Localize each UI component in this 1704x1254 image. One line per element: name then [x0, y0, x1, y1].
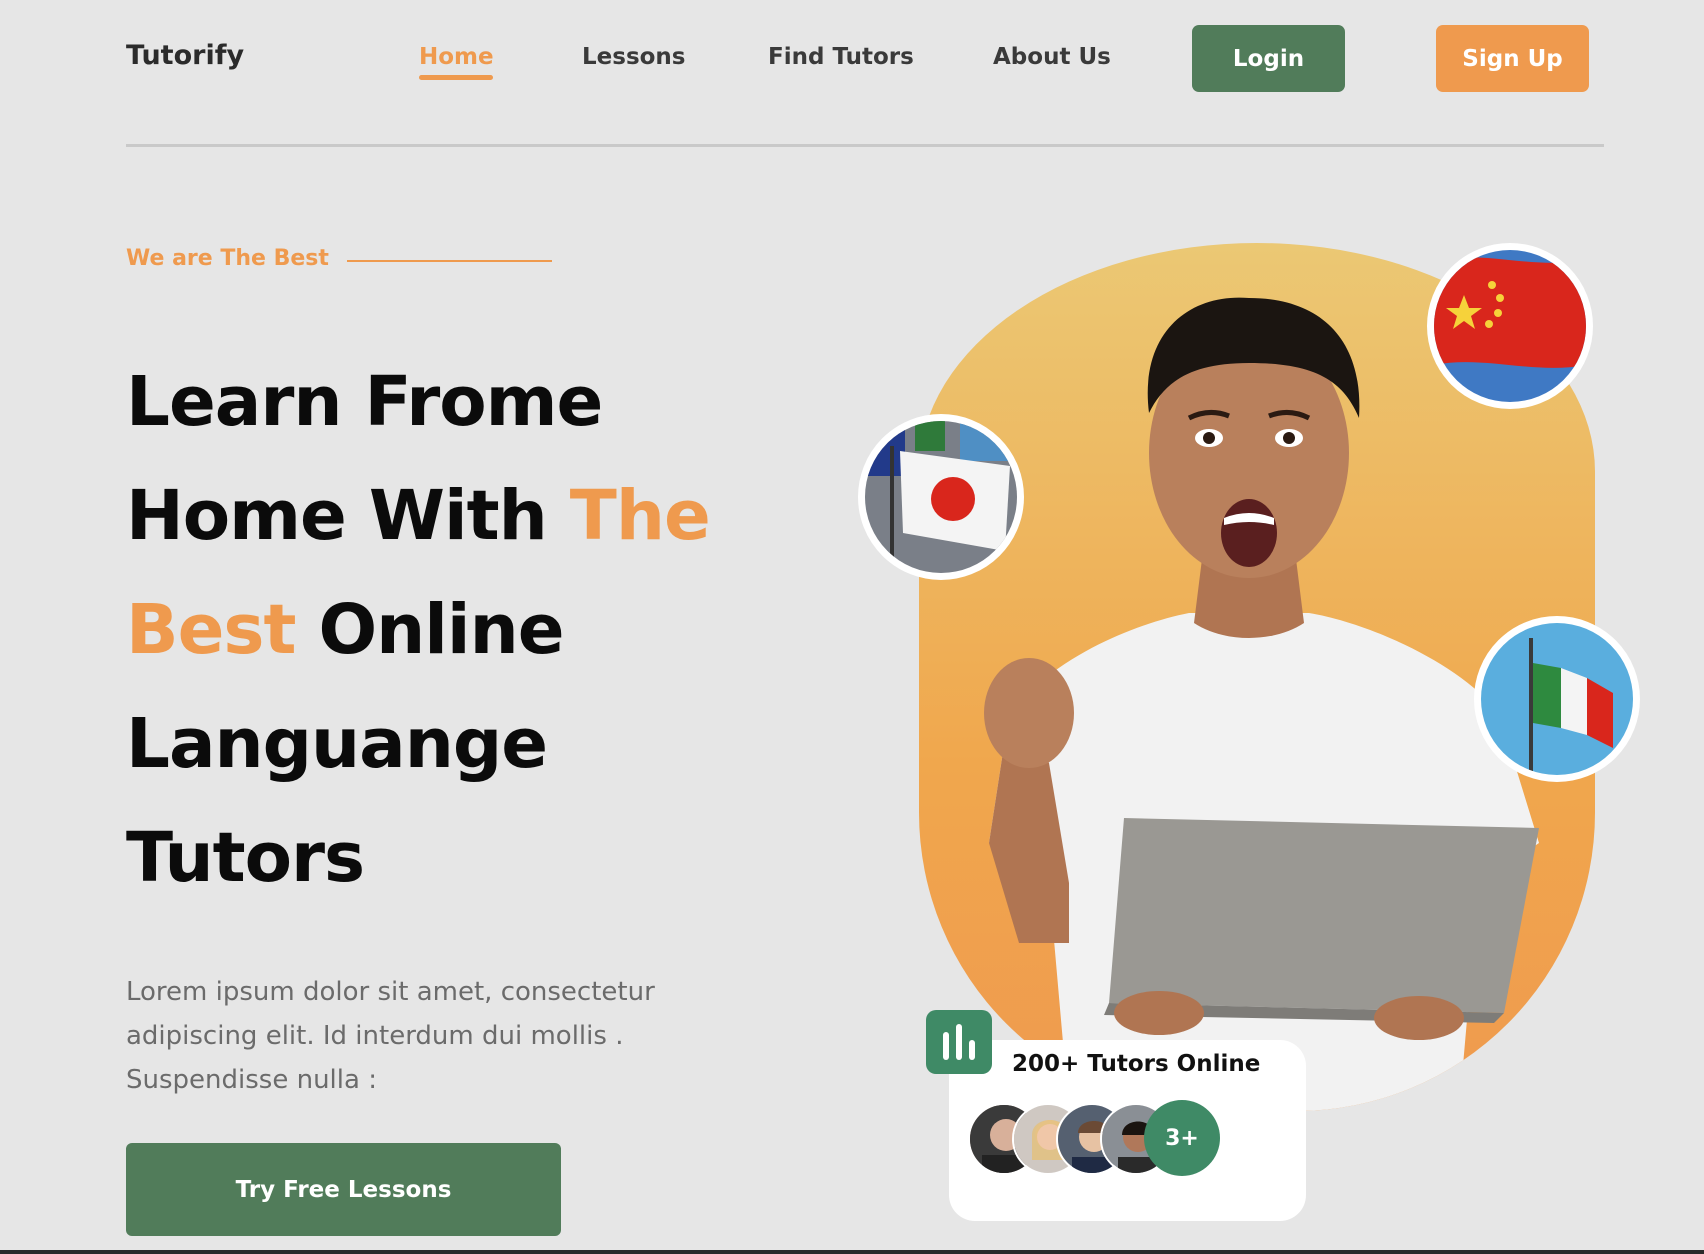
italy-flag-icon	[1474, 616, 1640, 782]
nav-home-active-indicator	[419, 44, 493, 84]
signup-button[interactable]: Sign Up	[1436, 25, 1589, 92]
headline-line-2: Home With	[126, 476, 548, 556]
headline-online: Online	[318, 590, 564, 670]
hero-description: Lorem ipsum dolor sit amet, consectetur …	[126, 977, 655, 1095]
hero-tagline: We are The Best	[126, 246, 329, 271]
headline-highlight-the: The	[569, 476, 711, 556]
tagline-line	[347, 260, 552, 262]
header-divider	[126, 144, 1604, 147]
headline-line-1: Learn Frome	[126, 362, 603, 442]
nav-lessons[interactable]: Lessons	[582, 44, 686, 70]
nav-about-us[interactable]: About Us	[993, 44, 1111, 70]
headline-line-4: Languange	[126, 704, 548, 784]
headline-line-5: Tutors	[126, 818, 365, 898]
japan-flag-icon	[858, 414, 1024, 580]
more-tutors-badge[interactable]: 3+	[1144, 1100, 1220, 1176]
nav-find-tutors[interactable]: Find Tutors	[768, 44, 914, 70]
tutors-online-label: 200+ Tutors Online	[1012, 1051, 1261, 1077]
headline-highlight-best: Best	[126, 590, 296, 670]
bottom-border	[0, 1250, 1704, 1254]
login-button[interactable]: Login	[1192, 25, 1345, 92]
china-flag-icon	[1427, 243, 1593, 409]
bar-chart-icon	[926, 1010, 992, 1074]
hero-headline: Learn Frome Home With The Best Online La…	[126, 345, 726, 915]
try-free-lessons-button[interactable]: Try Free Lessons	[126, 1143, 561, 1236]
brand-logo[interactable]: Tutorify	[126, 40, 244, 71]
